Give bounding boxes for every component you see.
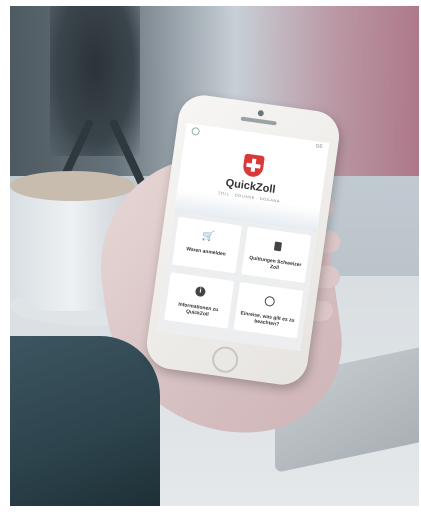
phone-screen: DE QuickZoll ZOLL · DOUANE · DOGANA 🛒 Wa… [157,123,330,352]
top-bar: DE [185,123,329,155]
speech-bubble-icon [262,293,278,309]
tile-information[interactable]: i Informationen zu QuickZoll [164,272,235,329]
home-button[interactable] [210,345,240,375]
sleeve [10,336,160,506]
photo: DE QuickZoll ZOLL · DOUANE · DOGANA 🛒 Wa… [10,6,419,506]
earpiece-speaker [240,116,277,126]
tile-entry-rules[interactable]: Einreise, was gilt es zu beachten? [233,282,304,339]
swiss-shield-icon [242,153,265,179]
shopping-cart-icon: 🛒 [201,229,216,243]
language-label[interactable]: DE [315,143,323,150]
tile-label: Einreise, was gilt es zu beachten? [240,310,295,328]
info-icon: i [193,284,209,300]
coffee-cup-rim [10,171,135,201]
tile-label: Quittungen Schweizer Zoll [248,255,302,272]
globe-icon[interactable] [191,126,201,136]
document-icon [270,238,286,254]
front-camera [257,109,265,117]
tile-receipts[interactable]: Quittungen Schweizer Zoll [241,226,312,283]
tile-label: Waren anmelden [185,246,227,258]
tile-declare-goods[interactable]: 🛒 Waren anmelden [171,216,242,274]
blurred-lamp [50,6,140,156]
tile-grid: 🛒 Waren anmelden Quittungen Schweizer Zo… [157,212,317,352]
tile-label: Informationen zu QuickZoll [177,301,219,318]
